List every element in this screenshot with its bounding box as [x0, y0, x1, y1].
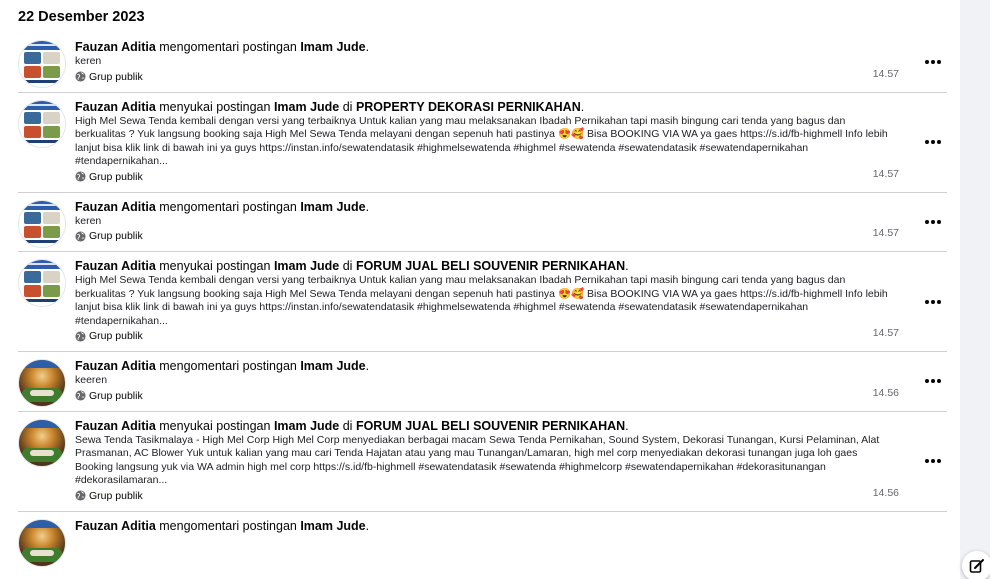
group-avatar[interactable] [18, 518, 66, 567]
end-punct: . [625, 259, 629, 273]
action-text: mengomentari postingan [155, 199, 301, 214]
more-options-icon[interactable] [925, 136, 941, 148]
audience-label: Grup publik [89, 330, 143, 342]
group-name[interactable]: FORUM JUAL BELI SOUVENIR PERNIKAHAN [356, 419, 625, 433]
group-name[interactable]: PROPERTY DEKORASI PERNIKAHAN [356, 100, 581, 114]
group-avatar[interactable] [18, 259, 66, 307]
action-text: mengomentari postingan [155, 518, 301, 533]
action-text: menyukai postingan [155, 259, 274, 273]
group-avatar[interactable] [18, 418, 66, 467]
activity-headline: Fauzan Aditia mengomentari postingan Ima… [75, 39, 947, 55]
end-punct: . [365, 359, 370, 373]
activity-headline: Fauzan Aditia mengomentari postingan Ima… [75, 199, 947, 215]
post-excerpt: keren [75, 55, 102, 67]
compose-edit-icon [969, 559, 984, 573]
post-excerpt: keren [75, 214, 102, 227]
audience-label: Grup publik [89, 489, 143, 502]
compose-button[interactable] [962, 551, 990, 579]
end-punct: . [365, 40, 370, 54]
activity-item[interactable]: Fauzan Aditia mengomentari postingan Ima… [18, 512, 947, 567]
actor-name[interactable]: Fauzan Aditia [75, 40, 156, 54]
group-avatar[interactable] [18, 359, 66, 407]
group-avatar[interactable] [18, 199, 66, 248]
end-punct: . [580, 99, 585, 114]
actor-name[interactable]: Fauzan Aditia [75, 519, 156, 533]
more-options-icon[interactable] [925, 56, 941, 68]
post-excerpt: High Mel Sewa Tenda kembali dengan versi… [75, 114, 888, 168]
audience-row: Grup publik [75, 390, 947, 402]
post-excerpt: keeren [75, 374, 108, 386]
activity-item[interactable]: Fauzan Aditia mengomentari postingan Ima… [18, 33, 947, 93]
more-options-icon[interactable] [925, 296, 941, 308]
audience-row: Grup publik [75, 71, 947, 83]
end-punct: . [365, 518, 370, 533]
group-avatar[interactable] [18, 40, 66, 88]
audience-label: Grup publik [89, 230, 143, 242]
activity-headline: Fauzan Aditia mengomentari postingan Ima… [75, 518, 947, 534]
audience-row: Grup publik [75, 230, 947, 242]
timestamp: 14.56 [872, 486, 899, 499]
end-punct: . [625, 418, 629, 433]
audience-row: Grup publik [75, 171, 947, 183]
timestamp: 14.57 [872, 227, 899, 239]
globe-icon [75, 330, 86, 342]
activity-headline: Fauzan Aditia menyukai postingan Imam Ju… [75, 418, 947, 434]
date-heading: 22 Desember 2023 [18, 9, 145, 25]
in-word: di [339, 418, 356, 433]
more-options-icon[interactable] [925, 375, 941, 387]
timestamp: 14.56 [872, 386, 899, 399]
activity-item[interactable]: Fauzan Aditia menyukai postingan Imam Ju… [18, 93, 947, 193]
actor-name[interactable]: Fauzan Aditia [75, 359, 156, 373]
timestamp: 14.57 [872, 327, 899, 339]
action-text: mengomentari postingan [155, 359, 301, 373]
in-word: di [339, 99, 356, 114]
globe-icon [75, 230, 86, 242]
activity-item[interactable]: Fauzan Aditia menyukai postingan Imam Ju… [18, 412, 947, 512]
in-word: di [339, 259, 356, 273]
target-name[interactable]: Imam Jude [274, 259, 339, 273]
timestamp: 14.57 [872, 67, 899, 80]
activity-headline: Fauzan Aditia mengomentari postingan Ima… [75, 358, 947, 374]
activity-item[interactable]: Fauzan Aditia mengomentari postingan Ima… [18, 352, 947, 412]
action-text: mengomentari postingan [155, 40, 301, 54]
activity-list: Fauzan Aditia mengomentari postingan Ima… [0, 33, 960, 567]
actor-name[interactable]: Fauzan Aditia [75, 200, 156, 214]
target-name[interactable]: Imam Jude [300, 40, 365, 54]
post-excerpt: High Mel Sewa Tenda kembali dengan versi… [75, 274, 888, 327]
audience-label: Grup publik [89, 389, 143, 402]
target-name[interactable]: Imam Jude [300, 200, 365, 214]
actor-name[interactable]: Fauzan Aditia [75, 259, 156, 273]
action-text: menyukai postingan [155, 418, 274, 433]
audience-label: Grup publik [89, 70, 143, 83]
audience-row: Grup publik [75, 330, 947, 342]
activity-headline: Fauzan Aditia menyukai postingan Imam Ju… [75, 258, 947, 274]
globe-icon [75, 390, 86, 401]
actor-name[interactable]: Fauzan Aditia [75, 100, 156, 114]
more-options-icon[interactable] [925, 216, 941, 228]
audience-row: Grup publik [75, 490, 947, 502]
globe-icon [75, 490, 86, 501]
actor-name[interactable]: Fauzan Aditia [75, 419, 156, 433]
activity-headline: Fauzan Aditia menyukai postingan Imam Ju… [75, 99, 947, 115]
globe-icon [75, 71, 86, 82]
target-name[interactable]: Imam Jude [274, 419, 339, 433]
activity-item[interactable]: Fauzan Aditia mengomentari postingan Ima… [18, 193, 947, 252]
activity-item[interactable]: Fauzan Aditia menyukai postingan Imam Ju… [18, 252, 947, 352]
globe-icon [75, 171, 86, 182]
target-name[interactable]: Imam Jude [300, 519, 365, 533]
end-punct: . [365, 199, 370, 214]
more-options-icon[interactable] [925, 455, 941, 467]
activity-log-panel: 22 Desember 2023 Fauzan Aditia mengoment… [0, 0, 960, 579]
target-name[interactable]: Imam Jude [300, 359, 365, 373]
timestamp: 14.57 [872, 167, 899, 180]
group-name[interactable]: FORUM JUAL BELI SOUVENIR PERNIKAHAN [356, 259, 625, 273]
post-excerpt: Sewa Tenda Tasikmalaya - High Mel Corp H… [75, 433, 880, 487]
action-text: menyukai postingan [155, 99, 274, 114]
group-avatar[interactable] [18, 99, 66, 148]
audience-label: Grup publik [89, 170, 143, 183]
target-name[interactable]: Imam Jude [274, 100, 339, 114]
